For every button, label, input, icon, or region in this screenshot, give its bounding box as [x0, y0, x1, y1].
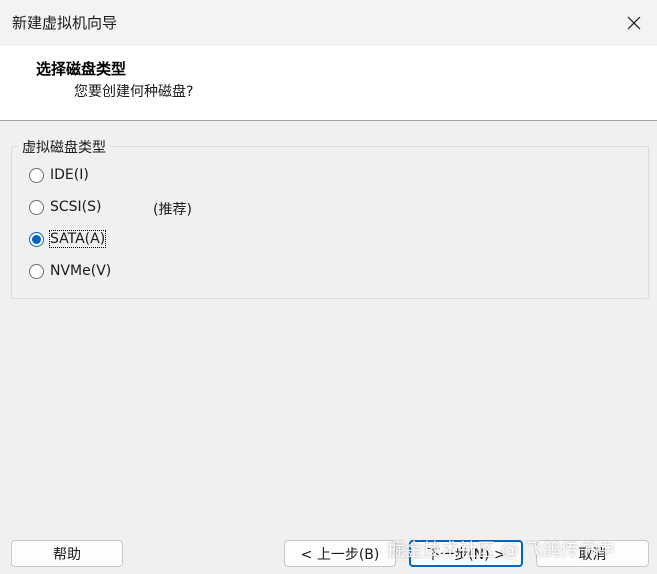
radio-label-ide: IDE(I)	[50, 167, 89, 183]
close-button[interactable]	[611, 0, 657, 46]
radio-scsi[interactable]: SCSI(S)	[29, 194, 102, 220]
next-button[interactable]: 下一步(N) >	[409, 540, 523, 567]
radio-sata[interactable]: SATA(A)	[29, 226, 107, 252]
radio-ide[interactable]: IDE(I)	[29, 162, 89, 188]
window-title: 新建虚拟机向导	[12, 14, 118, 32]
radio-button[interactable]	[29, 167, 44, 183]
radio-button[interactable]	[29, 199, 44, 215]
disk-type-group-legend: 虚拟磁盘类型	[18, 137, 110, 157]
radio-button-checked[interactable]	[29, 231, 44, 247]
recommended-note: (推荐)	[153, 202, 192, 218]
title-bar: 新建虚拟机向导	[0, 0, 657, 46]
back-button[interactable]: < 上一步(B)	[284, 540, 396, 567]
page-title: 选择磁盘类型	[36, 60, 127, 78]
radio-nvme[interactable]: NVMe(V)	[29, 258, 111, 284]
radio-label-sata: SATA(A)	[48, 230, 107, 248]
close-icon	[627, 16, 641, 30]
page-subtitle: 您要创建何种磁盘?	[74, 84, 194, 100]
wizard-header: 选择磁盘类型 您要创建何种磁盘?	[0, 46, 657, 121]
radio-label-nvme: NVMe(V)	[50, 263, 112, 279]
radio-button[interactable]	[29, 263, 44, 279]
help-button[interactable]: 帮助	[11, 540, 123, 567]
radio-label-scsi: SCSI(S)	[50, 199, 102, 215]
cancel-button[interactable]: 取消	[536, 540, 649, 567]
